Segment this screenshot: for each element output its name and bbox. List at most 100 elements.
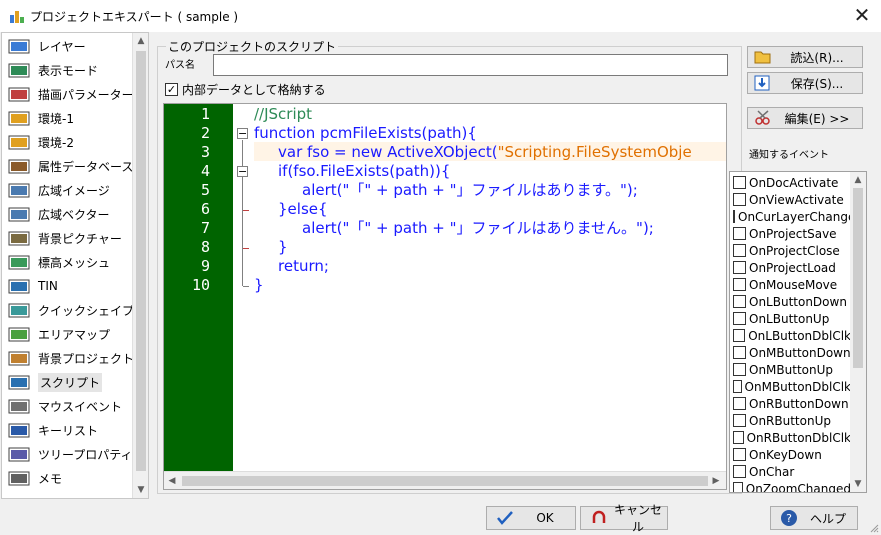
event-checkbox[interactable]: OnRButtonDown [733,395,851,412]
folder-open-icon [754,51,771,64]
store-internal-checkbox[interactable]: ✓ 内部データとして格納する [165,81,326,98]
event-checkbox[interactable]: OnDocActivate [733,174,851,191]
event-checkbox[interactable]: OnViewActivate [733,191,851,208]
nav-item[interactable]: ツリープロパティ [2,442,133,466]
checkbox-icon[interactable] [733,227,746,240]
checkbox-check-icon[interactable]: ✓ [165,83,178,96]
nav-item-label: 広域ベクター [38,207,110,222]
events-list: OnZoomChanged OnChar OnKeyDown OnRButtonDbl… [729,171,867,493]
help-button[interactable]: ? ヘルプ [770,506,858,530]
nav-item[interactable]: エリアマップ [2,322,133,346]
cancel-button[interactable]: キャンセル [580,503,668,534]
script-icon [8,375,30,390]
scroll-up-icon[interactable]: ▲ [133,33,148,49]
line-number: 10 [191,276,210,294]
ok-button[interactable]: OK [486,506,576,530]
checkbox-icon[interactable] [733,346,746,359]
nav-item[interactable]: メモ [2,466,133,490]
code-text: alert("「" + path + "」ファイルはあります。"); [302,181,638,199]
scroll-right-icon[interactable]: ▶ [708,473,724,489]
event-checkbox[interactable]: OnRButtonUp [733,412,851,429]
event-checkbox[interactable]: OnRButtonDblClk [733,429,851,446]
nav-item[interactable]: レイヤー [2,34,133,58]
fold-toggle-icon[interactable]: − [237,128,248,139]
scroll-down-icon[interactable]: ▼ [133,482,148,498]
event-checkbox[interactable]: OnProjectLoad [733,259,851,276]
checkbox-icon[interactable] [733,193,746,206]
nav-item[interactable]: 広域ベクター [2,202,133,226]
nav-item[interactable]: 広域イメージ [2,178,133,202]
event-checkbox[interactable]: OnChar [733,463,851,480]
nav-item[interactable]: キーリスト [2,418,133,442]
script-editor[interactable]: 1 2 3 4 5 6 7 8 9 10 − − ◀ ▶ //JScript function pcm… [163,103,727,490]
checkbox-icon[interactable] [733,414,746,427]
edit-button[interactable]: 編集(E) >> [747,107,863,129]
event-checkbox[interactable]: OnKeyDown [733,446,851,463]
checkbox-icon[interactable] [733,363,746,376]
checkbox-icon[interactable] [733,482,743,492]
event-checkbox[interactable]: OnZoomChanged [733,480,851,492]
nav-item[interactable]: クイックシェイプ [2,298,134,322]
event-label: OnMButtonDown [749,345,851,360]
scroll-left-icon[interactable]: ◀ [164,473,180,489]
nav-item[interactable]: マウスイベント [2,394,133,418]
nav-item[interactable]: 背景ピクチャー [2,226,133,250]
event-checkbox[interactable]: OnMButtonDblClk [733,378,851,395]
nav-scrollbar[interactable]: ▲ ▼ [132,33,148,498]
nav-item[interactable]: TIN [2,274,133,298]
editor-hscroll-thumb[interactable] [182,476,708,486]
event-checkbox[interactable]: OnLButtonUp [733,310,851,327]
nav-item[interactable]: 描画パラメーター [2,82,134,106]
editor-hscrollbar[interactable]: ◀ ▶ [164,471,726,489]
code-line: //JScript [254,105,312,124]
event-checkbox[interactable]: OnLButtonDown [733,293,851,310]
resize-grip-icon[interactable] [869,523,879,533]
event-checkbox[interactable]: OnMButtonDown [733,344,851,361]
events-scroll-thumb[interactable] [853,188,863,368]
path-input[interactable] [213,54,728,76]
nav-item[interactable]: スクリプト [2,370,133,394]
event-checkbox[interactable]: OnProjectClose [733,242,851,259]
checkbox-icon[interactable] [733,448,746,461]
checkbox-icon[interactable] [733,261,746,274]
code-line: function pcmFileExists(path){ [254,124,477,143]
fold-end-mark [243,248,249,249]
event-checkbox[interactable]: OnMouseMove [733,276,851,293]
store-internal-label: 内部データとして格納する [182,83,326,97]
checkbox-icon[interactable] [733,295,746,308]
checkbox-icon[interactable] [733,210,735,223]
nav-item[interactable]: 環境-1 [2,106,133,130]
checkbox-icon[interactable] [733,465,746,478]
checkbox-icon[interactable] [733,329,746,342]
checkbox-icon[interactable] [733,380,742,393]
checkbox-icon[interactable] [733,176,746,189]
event-checkbox[interactable]: OnLButtonDblClk [733,327,851,344]
environment-icon [8,111,30,126]
event-label: OnLButtonDown [749,294,847,309]
nav-item[interactable]: 表示モード [2,58,133,82]
nav-item-label: TIN [38,279,58,293]
checkbox-icon[interactable] [733,312,746,325]
load-button[interactable]: 読込(R)... [747,46,863,68]
nav-scroll-thumb[interactable] [136,51,146,471]
nav-item-label: 環境-1 [38,111,74,126]
nav-item[interactable]: 背景プロジェクト [2,346,134,370]
code-line: alert("「" + path + "」ファイルはあります。"); [302,181,638,200]
scroll-up-icon[interactable]: ▲ [850,172,866,188]
nav-item[interactable]: 標高メッシュ [2,250,133,274]
save-button[interactable]: 保存(S)... [747,72,863,94]
nav-item[interactable]: 属性データベース [2,154,133,178]
checkbox-icon[interactable] [733,244,746,257]
close-button[interactable]: ✕ [849,4,875,28]
event-checkbox[interactable]: OnProjectSave [733,225,851,242]
code-text: var fso = new ActiveXObject( [278,143,498,161]
event-checkbox[interactable]: OnMButtonUp [733,361,851,378]
fold-toggle-icon[interactable]: − [237,166,248,177]
event-checkbox[interactable]: OnCurLayerChanged [733,208,851,225]
events-scrollbar[interactable]: ▲ ▼ [850,172,866,492]
scroll-down-icon[interactable]: ▼ [850,476,866,492]
checkbox-icon[interactable] [733,278,746,291]
nav-item[interactable]: 環境-2 [2,130,133,154]
checkbox-icon[interactable] [733,397,746,410]
checkbox-icon[interactable] [733,431,744,444]
